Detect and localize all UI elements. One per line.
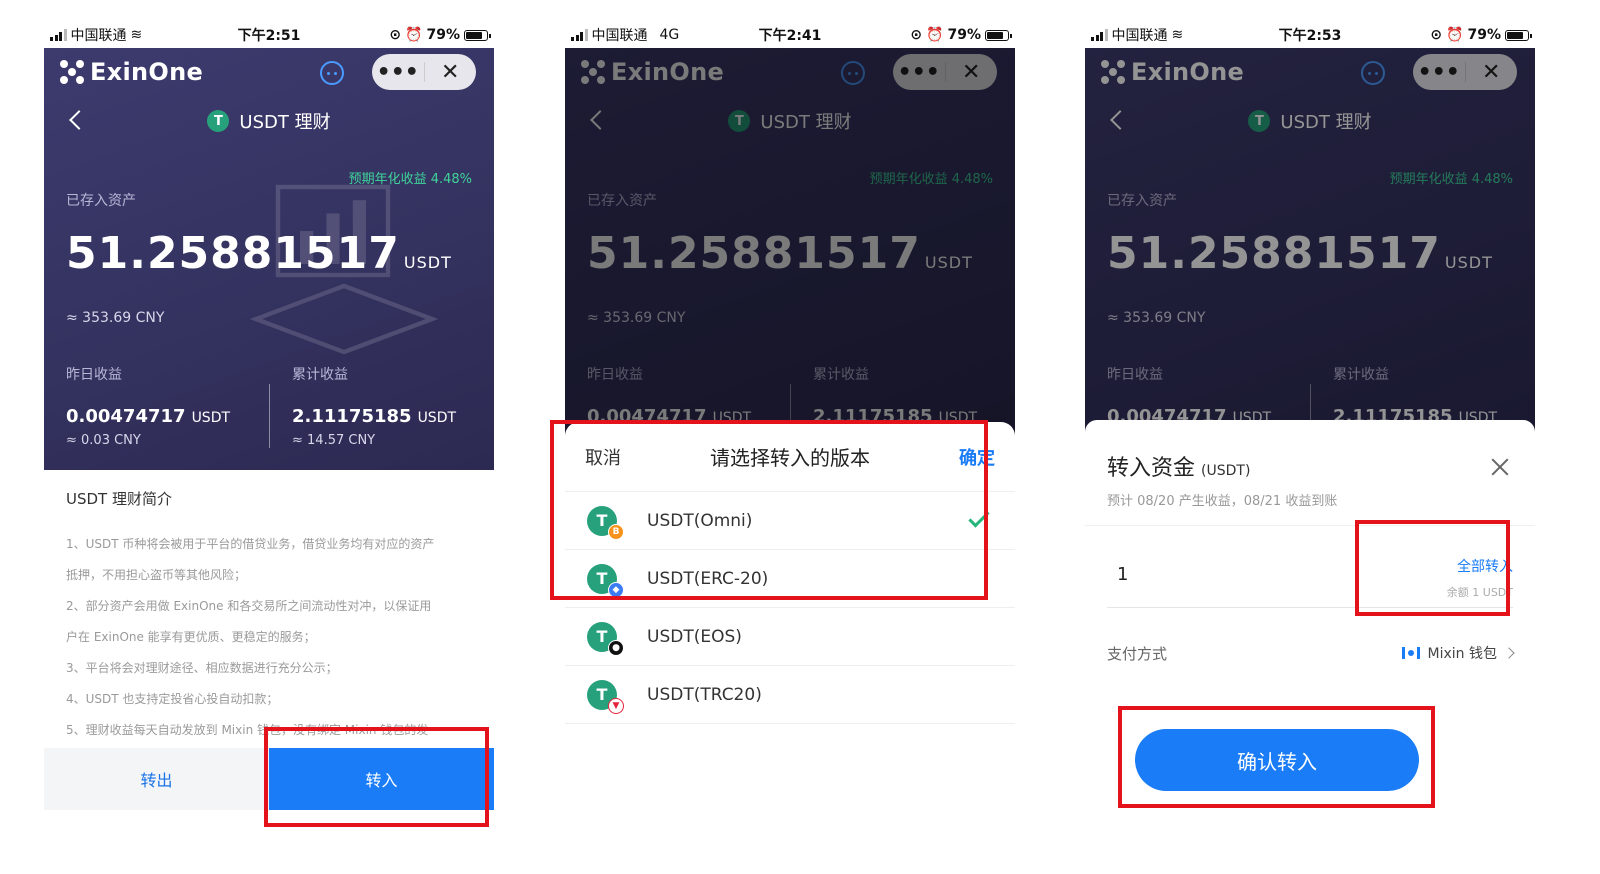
battery-percent: 79% bbox=[947, 27, 981, 43]
card-subtitle: 预计 08/20 产生收益，08/21 收益到账 bbox=[1107, 494, 1338, 509]
close-icon[interactable] bbox=[1491, 458, 1509, 476]
version-sheet-header: 取消 请选择转入的版本 确定 bbox=[565, 422, 1015, 492]
version-option-erc20[interactable]: T ◆ USDT(ERC-20) bbox=[565, 550, 1015, 608]
wifi-icon: ≋ bbox=[130, 27, 143, 43]
transfer-card-header: 转入资金 (USDT) 预计 08/20 产生收益，08/21 收益到账 bbox=[1085, 420, 1535, 526]
version-option-trc20[interactable]: T ▼ USDT(TRC20) bbox=[565, 666, 1015, 724]
bitcoin-icon: B bbox=[608, 523, 624, 540]
modal-overlay[interactable] bbox=[565, 48, 1015, 470]
sheet-title: 请选择转入的版本 bbox=[710, 446, 870, 470]
status-bar: 中国联通 4G 下午2:41 ⊙ ⏰ 79% bbox=[565, 22, 1015, 48]
card-title: 转入资金 (USDT) bbox=[1107, 456, 1251, 481]
signal-icon bbox=[571, 29, 588, 41]
intro-line: 4、USDT 也支持定投省心投自动扣款； bbox=[66, 692, 279, 706]
option-label: USDT(TRC20) bbox=[647, 684, 762, 705]
option-label: USDT(ERC-20) bbox=[647, 568, 769, 589]
carrier: 中国联通 bbox=[591, 28, 648, 44]
lock-rotation-icon: ⊙ bbox=[1430, 27, 1443, 43]
screen-product-detail: 中国联通 ≋ 下午2:51 ⊙ ⏰ 79% ExinOne ••• ✕ T USDT 理财… bbox=[44, 22, 494, 862]
tether-icon: T ● bbox=[587, 621, 624, 656]
intro-line: 2、部分资产会用做 ExinOne 和各交易所之间流动性对冲，以保证用 bbox=[66, 599, 432, 613]
battery-icon bbox=[1505, 29, 1532, 41]
holdings-panel: ExinOne •••✕ TUSDT 理财 预期年化收益 4.48% 已存入资产… bbox=[1085, 48, 1535, 470]
back-icon[interactable] bbox=[69, 110, 89, 130]
intro-line: 3、平台将会对理财途径、相应数据进行充分公示； bbox=[66, 661, 338, 675]
transfer-out-button[interactable]: 转出 bbox=[44, 748, 269, 810]
option-label: USDT(EOS) bbox=[647, 626, 742, 647]
battery-icon bbox=[464, 29, 491, 41]
screen-version-select: 中国联通4G 下午2:41 ⊙⏰79% ExinOne •••✕ TUSDT 理… bbox=[565, 22, 1015, 862]
check-icon bbox=[968, 506, 990, 528]
version-option-eos[interactable]: T ● USDT(EOS) bbox=[565, 608, 1015, 666]
battery-percent: 79% bbox=[426, 27, 460, 43]
signal-icon bbox=[50, 29, 67, 41]
status-bar: 中国联通 ≋ 下午2:51 ⊙ ⏰ 79% bbox=[44, 22, 494, 48]
intro-section: USDT 理财简介 1、USDT 币种将会被用于平台的借贷业务，借贷业务均有对应… bbox=[44, 470, 494, 746]
action-bar: 转出 转入 bbox=[44, 748, 494, 810]
holdings-panel: ExinOne •••✕ TUSDT 理财 预期年化收益 4.48% 已存入资产… bbox=[565, 48, 1015, 470]
option-label: USDT(Omni) bbox=[647, 510, 753, 531]
tether-icon: T ◆ bbox=[587, 563, 624, 598]
brand-logo: ExinOne bbox=[60, 58, 203, 86]
confirm-transfer-button[interactable]: 确认转入 bbox=[1135, 729, 1419, 791]
tether-icon: T bbox=[207, 110, 230, 132]
signal-icon bbox=[1091, 29, 1108, 41]
tether-icon: TB bbox=[587, 505, 624, 540]
network-type: 4G bbox=[659, 27, 680, 43]
bot-avatar-icon[interactable] bbox=[320, 61, 344, 85]
battery-percent: 79% bbox=[1467, 27, 1501, 43]
payment-value: Mixin 钱包 bbox=[1427, 646, 1497, 662]
intro-line: 户在 ExinOne 能享有更优质、更稳定的服务； bbox=[66, 630, 316, 644]
tron-icon: ▼ bbox=[608, 697, 624, 714]
transfer-in-button[interactable]: 转入 bbox=[269, 748, 494, 810]
wifi-icon: ≋ bbox=[1171, 27, 1184, 43]
mixin-wallet-icon bbox=[1401, 647, 1420, 659]
cancel-button[interactable]: 取消 bbox=[585, 444, 621, 470]
alarm-icon: ⏰ bbox=[1446, 27, 1464, 43]
amount-field[interactable]: 1 全部转入 余额 1 USDT bbox=[1107, 542, 1513, 608]
close-button[interactable]: ✕ bbox=[424, 54, 476, 90]
eos-icon: ● bbox=[608, 639, 624, 656]
balance-label: 余额 1 USDT bbox=[1446, 586, 1513, 599]
intro-line: 5、理财收益每天自动发放到 Mixin 钱包，没有绑定 Mixin 钱包的发 bbox=[66, 723, 429, 737]
screen-transfer-in: 中国联通 ≋ 下午2:53 ⊙ ⏰ 79% ExinOne ••• ✕ T USDT 理财… bbox=[1085, 22, 1535, 862]
confirm-button[interactable]: 确定 bbox=[959, 444, 995, 470]
battery-icon bbox=[985, 29, 1012, 41]
transfer-all-button[interactable]: 全部转入 bbox=[1447, 556, 1513, 576]
brand-name: ExinOne bbox=[90, 58, 204, 86]
payment-method-row[interactable]: 支付方式 Mixin 钱包 bbox=[1107, 638, 1515, 668]
status-bar: 中国联通 ≋ 下午2:53 ⊙ ⏰ 79% bbox=[1085, 22, 1535, 48]
deposit-label: 已存入资产 bbox=[66, 193, 136, 209]
miniapp-capsule: •••✕ bbox=[372, 54, 476, 90]
tether-icon: T ▼ bbox=[587, 679, 624, 714]
holdings-panel: ExinOne •••✕ T USDT 理财 预期年化收益 4.48% 已存入资产… bbox=[44, 48, 494, 470]
intro-line: 抵押，不用担心盗币等其他风险； bbox=[66, 568, 247, 582]
carrier: 中国联通 bbox=[70, 28, 127, 44]
more-button[interactable]: ••• bbox=[372, 54, 424, 90]
modal-overlay[interactable] bbox=[1085, 48, 1535, 470]
amount-input[interactable]: 1 bbox=[1117, 564, 1128, 585]
alarm-icon: ⏰ bbox=[405, 27, 423, 43]
version-option-omni[interactable]: TB USDT(Omni) bbox=[565, 492, 1015, 550]
intro-line: 1、USDT 币种将会被用于平台的借贷业务，借贷业务均有对应的资产 bbox=[66, 537, 435, 551]
intro-title: USDT 理财简介 bbox=[66, 490, 172, 508]
total-earnings: 累计收益 2.11175185USDT ≈ 14.57 CNY bbox=[269, 367, 494, 448]
payment-label: 支付方式 bbox=[1107, 644, 1168, 663]
lock-rotation-icon: ⊙ bbox=[910, 27, 923, 43]
deposit-cny: ≈ 353.69 CNY bbox=[66, 310, 165, 326]
chevron-right-icon bbox=[1503, 647, 1515, 659]
yesterday-earnings: 昨日收益 0.00474717USDT ≈ 0.03 CNY bbox=[66, 367, 231, 448]
exinone-logo-icon bbox=[60, 60, 84, 84]
ethereum-icon: ◆ bbox=[608, 581, 624, 598]
carrier: 中国联通 bbox=[1111, 28, 1168, 44]
deposit-amount: 51.25881517USDT bbox=[66, 228, 452, 279]
page-title: USDT 理财 bbox=[239, 112, 331, 133]
alarm-icon: ⏰ bbox=[926, 27, 944, 43]
lock-rotation-icon: ⊙ bbox=[389, 27, 402, 43]
apy-label: 预期年化收益 4.48% bbox=[348, 172, 472, 187]
